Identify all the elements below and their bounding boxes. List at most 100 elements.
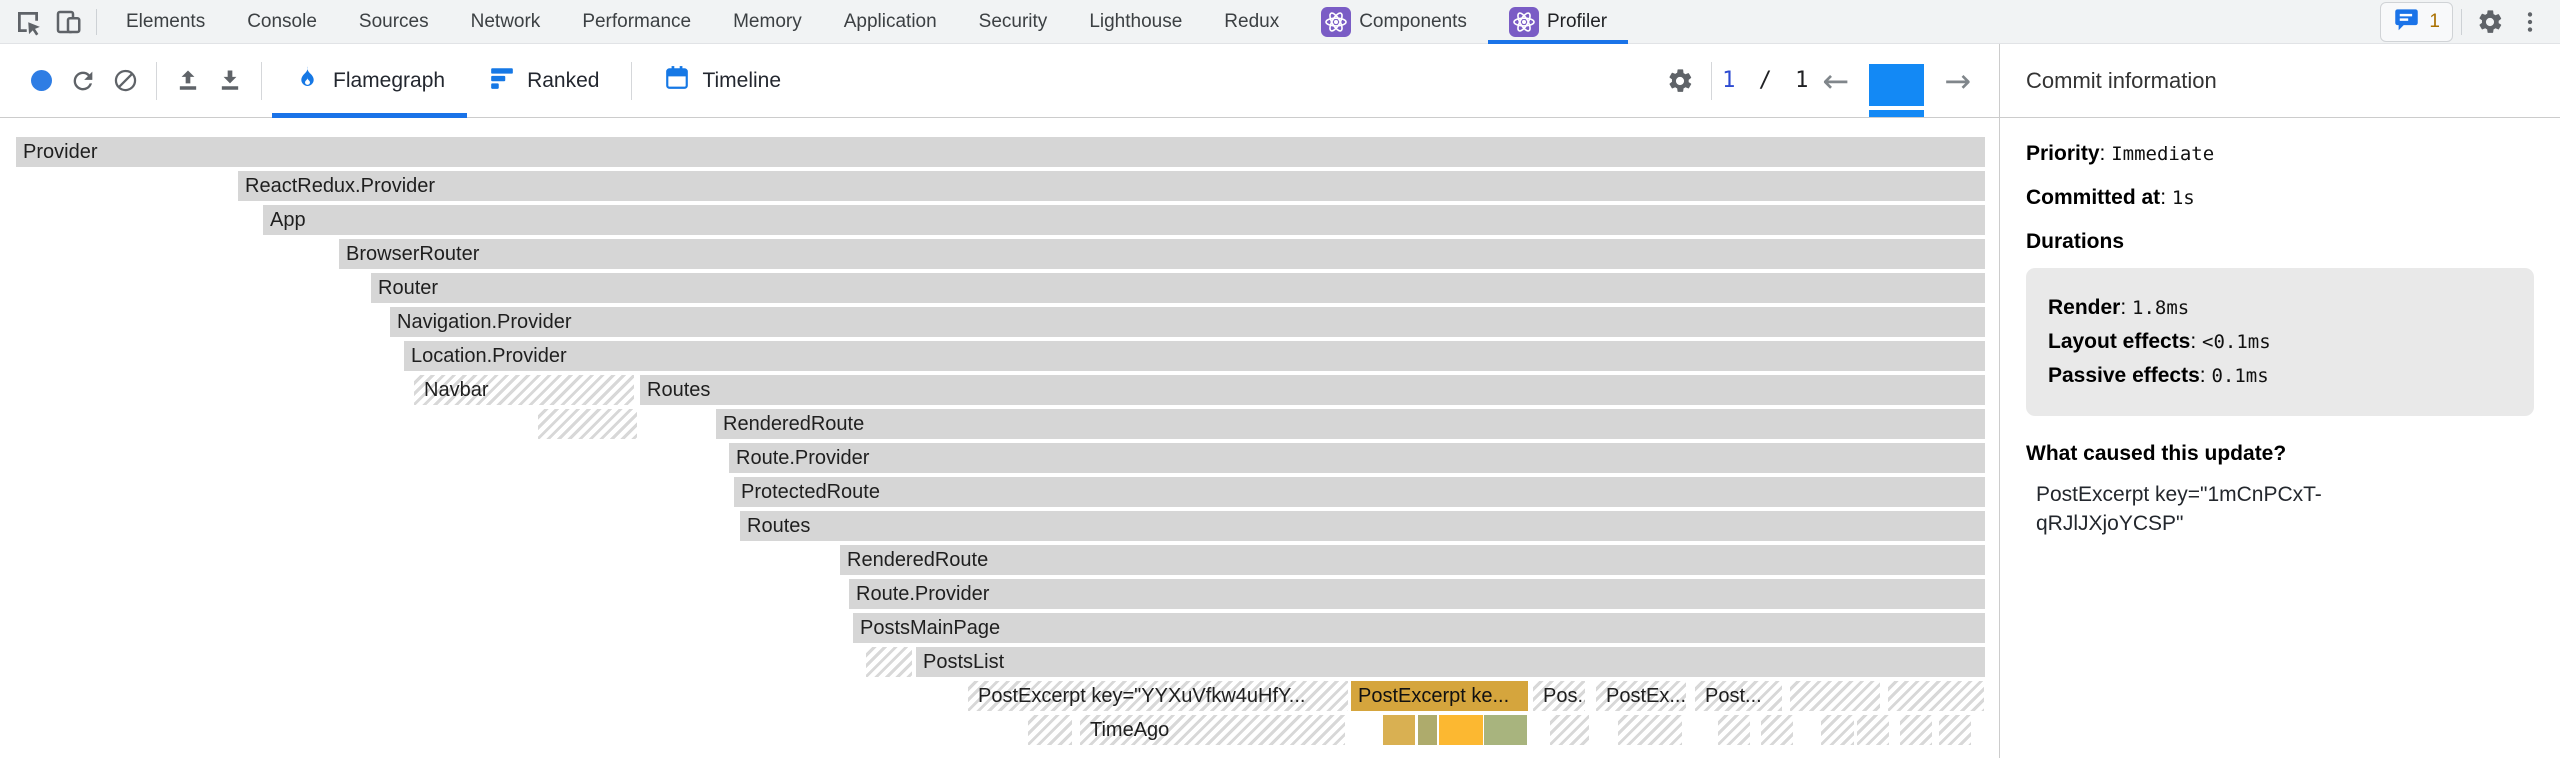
flame-bar-router[interactable]: Router	[371, 273, 1985, 303]
tab-memory[interactable]: Memory	[712, 0, 823, 44]
flame-bar-route-provider[interactable]: Route.Provider	[849, 579, 1985, 609]
export-profile-button[interactable]	[209, 58, 251, 104]
flame-bar-post[interactable]: Post...	[1695, 681, 1782, 711]
flame-bar-postex[interactable]: PostEx...	[1596, 681, 1686, 711]
tab-performance[interactable]: Performance	[561, 0, 712, 44]
flame-bar-postexcerpt-ke[interactable]: PostExcerpt ke...	[1351, 681, 1528, 711]
commit-selector[interactable]	[1869, 64, 1924, 117]
previous-commit-arrow-icon[interactable]: ←	[1808, 65, 1863, 97]
update-cause-component[interactable]: PostExcerpt key="1mCnPCxT-qRJlJXjoYCSP"	[2036, 480, 2351, 539]
flame-bar[interactable]	[1939, 715, 1971, 745]
priority-row: PriorityImmediate	[2026, 142, 2534, 166]
flame-bar-timeago[interactable]: TimeAgo	[1080, 715, 1345, 745]
devtools-tabs: Elements Console Sources Network Perform…	[105, 0, 1628, 44]
flamegraph-pane: Flamegraph Ranked Timeline 1	[0, 44, 2000, 758]
flame-bar-routes[interactable]: Routes	[640, 375, 1985, 405]
durations-heading: Durations	[2026, 230, 2534, 254]
flame-bar[interactable]	[1718, 715, 1750, 745]
flame-bar[interactable]	[1028, 715, 1072, 745]
tab-network[interactable]: Network	[450, 0, 562, 44]
passive-effects-duration-row: Passive effects0.1ms	[2048, 364, 2512, 388]
flame-bar[interactable]	[1383, 715, 1415, 745]
divider	[2461, 9, 2462, 35]
divider	[631, 62, 632, 100]
timeline-icon	[664, 65, 690, 97]
flame-bar[interactable]	[1857, 715, 1889, 745]
tab-ranked[interactable]: Ranked	[467, 44, 621, 118]
devtools-tabbar: Elements Console Sources Network Perform…	[0, 0, 2560, 44]
flame-bar-navigation-provider[interactable]: Navigation.Provider	[390, 307, 1985, 337]
tab-lighthouse[interactable]: Lighthouse	[1068, 0, 1203, 44]
flame-bar-pos[interactable]: Pos...	[1533, 681, 1585, 711]
tab-elements[interactable]: Elements	[105, 0, 226, 44]
kebab-menu-icon[interactable]	[2510, 4, 2550, 40]
flame-bar-navbar[interactable]: Navbar	[414, 375, 634, 405]
flame-bar[interactable]	[1821, 715, 1854, 745]
render-value: 1.8ms	[2132, 297, 2189, 319]
profiler-settings-gear-icon[interactable]	[1659, 58, 1701, 104]
flame-bar[interactable]	[538, 409, 637, 439]
reload-and-profile-button[interactable]	[62, 58, 104, 104]
react-icon	[1509, 7, 1539, 37]
tab-label: Performance	[582, 11, 691, 33]
next-commit-arrow-icon[interactable]: →	[1930, 65, 1985, 97]
flame-bar-app[interactable]: App	[263, 205, 1985, 235]
tab-profiler[interactable]: Profiler	[1488, 0, 1628, 44]
inspect-element-icon[interactable]	[8, 4, 48, 40]
flame-bar-postsmainpage[interactable]: PostsMainPage	[853, 613, 1985, 643]
flame-bar[interactable]	[1418, 715, 1437, 745]
flame-bar-postexcerpt-key-yyxuvfkw4uhfy[interactable]: PostExcerpt key="YYXuVfkw4uHfY...	[968, 681, 1348, 711]
issues-counter[interactable]: 1	[2380, 2, 2453, 42]
flame-bar-label: PostExcerpt key="YYXuVfkw4uHfY...	[968, 685, 1305, 707]
flame-bar[interactable]	[1761, 715, 1793, 745]
settings-gear-icon[interactable]	[2470, 4, 2510, 40]
flame-bar-provider[interactable]: Provider	[16, 137, 1985, 167]
import-profile-button[interactable]	[167, 58, 209, 104]
flame-bar[interactable]	[1790, 681, 1880, 711]
commit-bar-icon	[1869, 64, 1924, 106]
flame-bar-label: Pos...	[1533, 685, 1585, 707]
flame-bar[interactable]	[1439, 715, 1483, 745]
tab-application[interactable]: Application	[823, 0, 958, 44]
view-tab-label: Flamegraph	[333, 69, 445, 93]
divider	[1711, 62, 1712, 100]
device-toolbar-icon[interactable]	[48, 4, 88, 40]
flame-bar[interactable]	[866, 647, 912, 677]
flame-bar-postslist[interactable]: PostsList	[916, 647, 1985, 677]
flame-bar-renderedroute[interactable]: RenderedRoute	[840, 545, 1985, 575]
record-button[interactable]	[20, 58, 62, 104]
flame-bar-protectedroute[interactable]: ProtectedRoute	[734, 477, 1985, 507]
tab-sources[interactable]: Sources	[338, 0, 450, 44]
tab-components[interactable]: Components	[1300, 0, 1488, 44]
flame-bar-routes[interactable]: Routes	[740, 511, 1985, 541]
tab-label: Application	[844, 11, 937, 33]
tab-console[interactable]: Console	[226, 0, 338, 44]
tab-redux[interactable]: Redux	[1203, 0, 1300, 44]
flame-bar[interactable]	[1888, 681, 1984, 711]
flame-bar[interactable]	[1900, 715, 1932, 745]
priority-value: Immediate	[2111, 143, 2214, 165]
flame-bar-label: Post...	[1695, 685, 1762, 707]
tab-label: Sources	[359, 11, 429, 33]
flame-bar-reactredux-provider[interactable]: ReactRedux.Provider	[238, 171, 1985, 201]
flame-bar-route-provider[interactable]: Route.Provider	[729, 443, 1985, 473]
flame-bar-label: Routes	[640, 379, 710, 401]
tab-security[interactable]: Security	[958, 0, 1069, 44]
flame-bar-location-provider[interactable]: Location.Provider	[404, 341, 1985, 371]
clear-profile-button[interactable]	[104, 58, 146, 104]
flame-bar-renderedroute[interactable]: RenderedRoute	[716, 409, 1985, 439]
tab-flamegraph[interactable]: Flamegraph	[272, 44, 467, 118]
flame-bar-label: Navbar	[414, 379, 488, 401]
flame-bar-browserrouter[interactable]: BrowserRouter	[339, 239, 1985, 269]
flame-bar[interactable]	[1484, 715, 1527, 745]
render-duration-row: Render1.8ms	[2048, 296, 2512, 320]
flame-bar[interactable]	[1550, 715, 1589, 745]
tab-label: Network	[471, 11, 541, 33]
profiler-toolbar: Flamegraph Ranked Timeline 1	[0, 44, 1999, 118]
tab-label: Lighthouse	[1089, 11, 1182, 33]
flame-bar-label: App	[263, 209, 306, 231]
flame-bar[interactable]	[1618, 715, 1682, 745]
tab-timeline[interactable]: Timeline	[642, 44, 803, 118]
layout-effects-duration-row: Layout effects<0.1ms	[2048, 330, 2512, 354]
committed-at-value: 1s	[2172, 187, 2195, 209]
